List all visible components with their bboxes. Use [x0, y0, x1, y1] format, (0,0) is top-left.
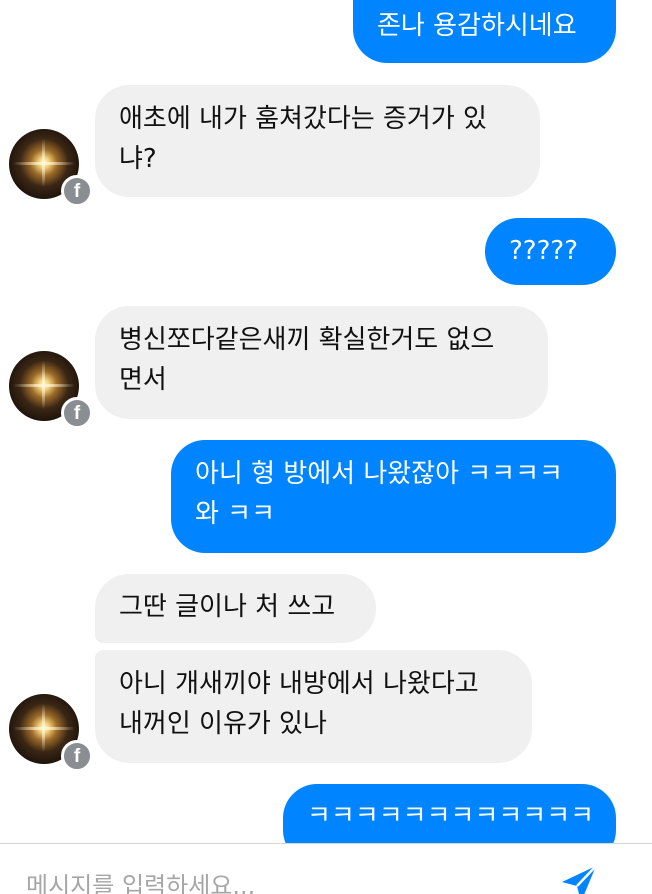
message-text: 아니 형 방에서 나왔잖아 ㅋㅋㅋㅋ [195, 459, 563, 489]
message-thread[interactable]: 존나 용감하시네요 애초에 내가 훔쳐갔다는 증거가 있 냐? f ????? … [0, 0, 652, 843]
message-text: ????? [509, 236, 578, 266]
message-composer [0, 843, 652, 894]
incoming-message-bubble[interactable]: 애초에 내가 훔쳐갔다는 증거가 있 냐? [95, 85, 540, 197]
message-text: 와 ㅋㅋ [195, 499, 276, 529]
incoming-message-bubble[interactable]: 병신쪼다같은새끼 확실한거도 없으 면서 [95, 306, 548, 419]
message-text: 냐? [119, 144, 157, 174]
message-text: 그딴 글이나 처 쓰고 [119, 592, 336, 622]
contact-avatar[interactable]: f [9, 129, 93, 207]
message-text: 애초에 내가 훔쳐갔다는 증거가 있 [119, 104, 487, 134]
message-text: 병신쪼다같은새끼 확실한거도 없으 [119, 325, 495, 355]
outgoing-message-bubble[interactable]: ????? [485, 218, 616, 285]
contact-avatar[interactable]: f [9, 694, 93, 772]
incoming-message-bubble[interactable]: 그딴 글이나 처 쓰고 [95, 574, 376, 643]
message-input[interactable] [26, 866, 546, 894]
outgoing-message-bubble[interactable]: ㅋㅋㅋㅋㅋㅋㅋㅋㅋㅋㅋㅋ [283, 784, 616, 843]
message-text: 면서 [119, 365, 167, 395]
facebook-icon: f [61, 397, 93, 429]
message-text: 아니 개새끼야 내방에서 나왔다고 [119, 669, 479, 699]
messenger-screen: 존나 용감하시네요 애초에 내가 훔쳐갔다는 증거가 있 냐? f ????? … [0, 0, 652, 894]
outgoing-message-bubble[interactable]: 아니 형 방에서 나왔잖아 ㅋㅋㅋㅋ 와 ㅋㅋ [171, 440, 616, 553]
message-text: 존나 용감하시네요 [377, 11, 577, 41]
message-text: ㅋㅋㅋㅋㅋㅋㅋㅋㅋㅋㅋㅋ [307, 801, 595, 831]
outgoing-message-bubble[interactable]: 존나 용감하시네요 [353, 0, 616, 63]
contact-avatar[interactable]: f [9, 351, 93, 429]
incoming-message-bubble[interactable]: 아니 개새끼야 내방에서 나왔다고 내꺼인 이유가 있나 [95, 650, 532, 763]
message-text: 내꺼인 이유가 있나 [119, 709, 327, 739]
send-arrow-icon[interactable] [556, 864, 600, 894]
facebook-icon: f [61, 175, 93, 207]
facebook-icon: f [61, 740, 93, 772]
